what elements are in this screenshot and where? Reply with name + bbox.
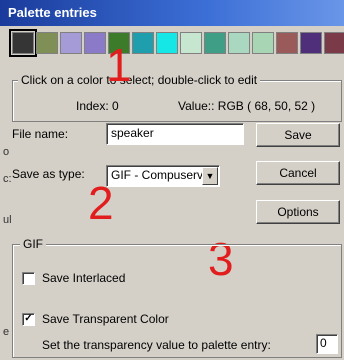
palette-swatch[interactable] <box>180 32 202 54</box>
palette-swatch[interactable] <box>156 32 178 54</box>
cancel-button[interactable]: Cancel <box>256 161 340 185</box>
save-interlaced-label: Save Interlaced <box>42 271 126 285</box>
save-transparent-checkbox[interactable]: ✓ <box>22 313 35 326</box>
palette-swatch[interactable] <box>36 32 58 54</box>
index-readout: Index: 0 <box>76 99 119 113</box>
palette-hint: Click on a color to select; double-click… <box>18 73 261 87</box>
file-name-input[interactable]: speaker <box>106 123 244 145</box>
chevron-down-icon[interactable]: ▼ <box>202 167 218 185</box>
rgb-value-readout: Value:: RGB ( 68, 50, 52 ) <box>178 99 316 113</box>
palette-swatch[interactable] <box>300 32 322 54</box>
palette-swatch[interactable] <box>276 32 298 54</box>
save-as-type-value: GIF - Compuserv <box>111 168 204 182</box>
palette-swatch[interactable] <box>252 32 274 54</box>
gif-group-label: GIF <box>20 237 46 251</box>
transparency-value-input[interactable]: 0 <box>316 334 338 354</box>
side-text-4: e <box>3 326 10 338</box>
palette-swatch[interactable] <box>204 32 226 54</box>
palette-swatch[interactable] <box>9 29 37 57</box>
side-text-1: o <box>3 146 10 158</box>
palette-swatch[interactable] <box>60 32 82 54</box>
window-title: Palette entries <box>8 5 97 20</box>
annotation-1: 1 <box>106 39 132 91</box>
options-button[interactable]: Options <box>256 200 340 224</box>
save-transparent-label: Save Transparent Color <box>42 312 169 326</box>
palette-swatch[interactable] <box>84 32 106 54</box>
save-button[interactable]: Save <box>256 123 340 147</box>
file-name-label: File name: <box>12 127 69 141</box>
save-as-type-label: Save as type: <box>12 167 85 181</box>
palette-swatch[interactable] <box>228 32 250 54</box>
side-text-2: c: <box>3 173 12 185</box>
save-interlaced-checkbox[interactable] <box>22 272 35 285</box>
side-text-3: ul <box>3 214 12 226</box>
palette-swatch[interactable] <box>324 32 344 54</box>
palette-swatch[interactable] <box>132 32 154 54</box>
transparency-label: Set the transparency value to palette en… <box>42 338 271 352</box>
